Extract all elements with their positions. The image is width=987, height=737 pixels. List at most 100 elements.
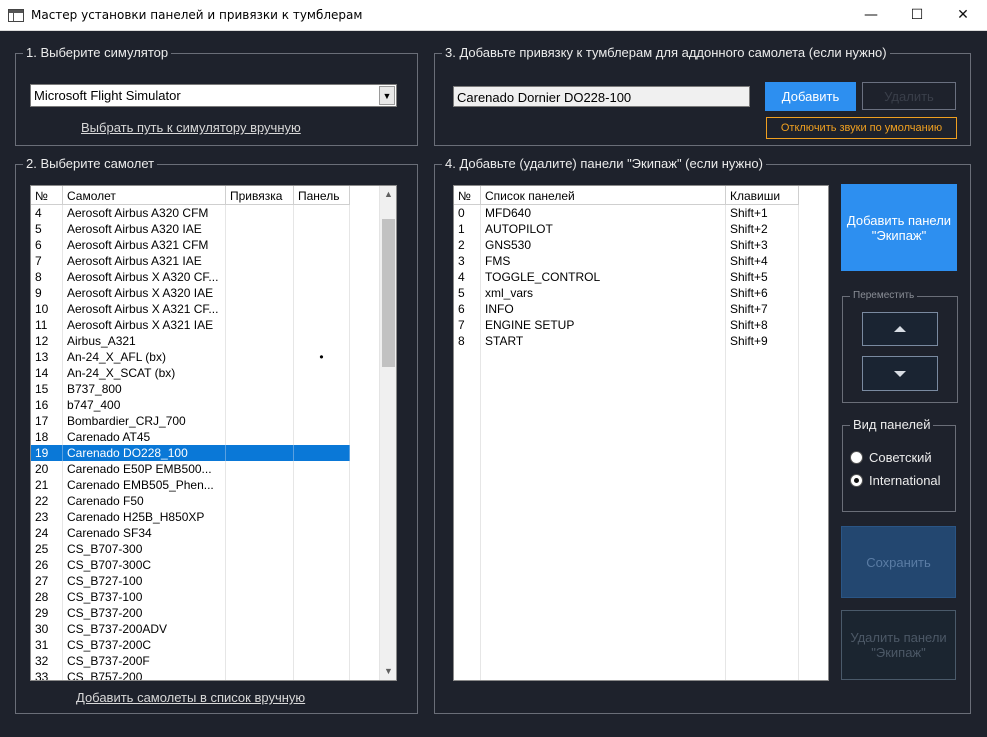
table-row[interactable]: 4 Aerosoft Airbus A320 CFM — [31, 205, 350, 221]
table-cell-bind — [226, 445, 294, 461]
delete-crew-panels-button[interactable]: Удалить панели "Экипаж" — [841, 610, 956, 680]
table-row[interactable]: 7 ENGINE SETUP Shift+8 — [454, 317, 799, 333]
table-row[interactable]: 19 Carenado DO228_100 — [31, 445, 350, 461]
table-cell-name: Carenado AT45 — [63, 429, 226, 445]
column-header-aircraft[interactable]: Самолет — [63, 186, 226, 205]
arrow-down-icon — [894, 370, 906, 377]
table-cell-key: Shift+1 — [726, 205, 799, 221]
table-row[interactable]: 22 Carenado F50 — [31, 493, 350, 509]
table-row[interactable]: 29 CS_B737-200 — [31, 605, 350, 621]
table-row[interactable]: 0 MFD640 Shift+1 — [454, 205, 799, 221]
column-header-keys[interactable]: Клавиши — [726, 186, 799, 205]
table-row[interactable]: 27 CS_B727-100 — [31, 573, 350, 589]
save-button[interactable]: Сохранить — [841, 526, 956, 598]
table-row[interactable]: 30 CS_B737-200ADV — [31, 621, 350, 637]
table-row[interactable]: 1 AUTOPILOT Shift+2 — [454, 221, 799, 237]
table-cell-bind — [226, 653, 294, 669]
table-row[interactable]: 8 START Shift+9 — [454, 333, 799, 349]
table-row[interactable]: 17 Bombardier_CRJ_700 — [31, 413, 350, 429]
move-down-button[interactable] — [862, 356, 938, 391]
table-row[interactable]: 21 Carenado EMB505_Phen... — [31, 477, 350, 493]
table-row[interactable]: 5 xml_vars Shift+6 — [454, 285, 799, 301]
radio-checked-icon[interactable] — [850, 474, 863, 487]
view-option-soviet[interactable]: Советский — [850, 450, 932, 465]
simulator-select[interactable]: Microsoft Flight Simulator ▼ — [30, 84, 397, 107]
table-row[interactable]: 25 CS_B707-300 — [31, 541, 350, 557]
table-row[interactable]: 31 CS_B737-200C — [31, 637, 350, 653]
table-row[interactable]: 6 INFO Shift+7 — [454, 301, 799, 317]
table-cell-n: 8 — [454, 333, 481, 349]
move-up-button[interactable] — [862, 312, 938, 346]
table-row[interactable]: 4 TOGGLE_CONTROL Shift+5 — [454, 269, 799, 285]
add-crew-panels-button[interactable]: Добавить панели "Экипаж" — [841, 184, 957, 271]
radio-unchecked-icon[interactable] — [850, 451, 863, 464]
aircraft-table[interactable]: № Самолет Привязка Панель 4 Aerosoft Airb… — [30, 185, 397, 681]
table-row[interactable]: 14 An-24_X_SCAT (bx) — [31, 365, 350, 381]
table-cell-n: 17 — [31, 413, 63, 429]
table-row[interactable]: 15 B737_800 — [31, 381, 350, 397]
table-cell-n: 24 — [31, 525, 63, 541]
table-cell-key: Shift+9 — [726, 333, 799, 349]
panels-table[interactable]: № Список панелей Клавиши 0 MFD640 Shift+1 1… — [453, 185, 829, 681]
add-aircraft-manually-link[interactable]: Добавить самолеты в список вручную — [76, 690, 305, 705]
table-row[interactable]: 16 b747_400 — [31, 397, 350, 413]
table-row[interactable]: 33 CS_B757-200 — [31, 669, 350, 680]
view-option-international[interactable]: International — [850, 473, 941, 488]
scroll-up-icon[interactable]: ▲ — [380, 186, 396, 203]
table-row[interactable]: 3 FMS Shift+4 — [454, 253, 799, 269]
column-header-number[interactable]: № — [454, 186, 481, 205]
table-row[interactable]: 7 Aerosoft Airbus A321 IAE — [31, 253, 350, 269]
table-cell-panel — [294, 477, 350, 493]
column-header-number[interactable]: № — [31, 186, 63, 205]
delete-binding-button[interactable]: Удалить — [862, 82, 956, 110]
table-cell-name: Carenado EMB505_Phen... — [63, 477, 226, 493]
table-cell-name: b747_400 — [63, 397, 226, 413]
manual-simulator-path-link[interactable]: Выбрать путь к симулятору вручную — [81, 120, 301, 135]
table-row[interactable]: 12 Airbus_A321 — [31, 333, 350, 349]
table-cell-name: CS_B707-300C — [63, 557, 226, 573]
table-cell-n: 2 — [454, 237, 481, 253]
maximize-button[interactable]: ☐ — [894, 0, 940, 30]
table-cell-n: 3 — [454, 253, 481, 269]
table-row[interactable]: 13 An-24_X_AFL (bx) • — [31, 349, 350, 365]
table-row[interactable]: 11 Aerosoft Airbus X A321 IAE — [31, 317, 350, 333]
disable-default-sounds-button[interactable]: Отключить звуки по умолчанию — [766, 117, 957, 139]
add-binding-button[interactable]: Добавить — [765, 82, 856, 111]
table-cell-name: Carenado F50 — [63, 493, 226, 509]
column-header-panel[interactable]: Панель — [294, 186, 350, 205]
table-cell-n: 18 — [31, 429, 63, 445]
table-row[interactable]: 18 Carenado AT45 — [31, 429, 350, 445]
table-cell-n: 5 — [31, 221, 63, 237]
minimize-button[interactable]: — — [848, 0, 894, 30]
table-row[interactable]: 5 Aerosoft Airbus A320 IAE — [31, 221, 350, 237]
table-row[interactable]: 24 Carenado SF34 — [31, 525, 350, 541]
table-cell-name: Aerosoft Airbus A320 CFM — [63, 205, 226, 221]
table-row[interactable]: 23 Carenado H25B_H850XP — [31, 509, 350, 525]
table-row[interactable]: 32 CS_B737-200F — [31, 653, 350, 669]
table-cell-name: Aerosoft Airbus X A320 IAE — [63, 285, 226, 301]
addon-aircraft-field[interactable]: Carenado Dornier DO228-100 — [453, 86, 750, 107]
column-header-panel-list[interactable]: Список панелей — [481, 186, 726, 205]
table-cell-panel — [294, 397, 350, 413]
table-row[interactable]: 6 Aerosoft Airbus A321 CFM — [31, 237, 350, 253]
table-cell-n: 31 — [31, 637, 63, 653]
scrollbar-thumb[interactable] — [382, 219, 395, 367]
chevron-down-icon[interactable]: ▼ — [379, 86, 395, 105]
table-row[interactable]: 26 CS_B707-300C — [31, 557, 350, 573]
column-header-binding[interactable]: Привязка — [226, 186, 294, 205]
close-button[interactable]: ✕ — [940, 0, 986, 30]
table-cell-panel — [294, 413, 350, 429]
table-cell-name: Aerosoft Airbus X A321 CF... — [63, 301, 226, 317]
table-row[interactable]: 20 Carenado E50P EMB500... — [31, 461, 350, 477]
table-cell-key: Shift+2 — [726, 221, 799, 237]
simulator-group-legend: 1. Выберите симулятор — [23, 45, 172, 60]
table-row[interactable]: 8 Aerosoft Airbus X A320 CF... — [31, 269, 350, 285]
table-row[interactable]: 10 Aerosoft Airbus X A321 CF... — [31, 301, 350, 317]
aircraft-table-scrollbar[interactable]: ▲ ▼ — [379, 186, 396, 680]
table-row[interactable]: 2 GNS530 Shift+3 — [454, 237, 799, 253]
scroll-down-icon[interactable]: ▼ — [380, 663, 396, 680]
table-row[interactable]: 9 Aerosoft Airbus X A320 IAE — [31, 285, 350, 301]
table-cell-name: xml_vars — [481, 285, 726, 301]
table-cell-panel — [294, 605, 350, 621]
table-row[interactable]: 28 CS_B737-100 — [31, 589, 350, 605]
